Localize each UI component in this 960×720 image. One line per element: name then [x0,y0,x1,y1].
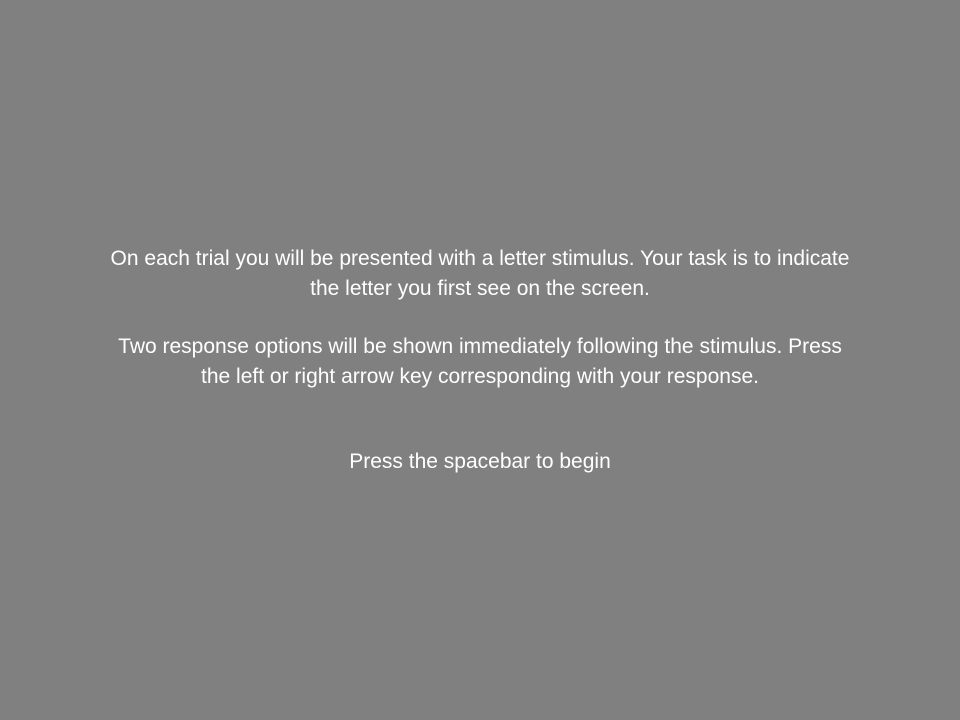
instructions-block: On each trial you will be presented with… [30,244,930,392]
start-prompt: Press the spacebar to begin [349,450,611,473]
instructions-paragraph-1: On each trial you will be presented with… [110,247,850,300]
instruction-screen: On each trial you will be presented with… [0,0,960,720]
instructions-paragraph-2: Two response options will be shown immed… [118,335,842,388]
